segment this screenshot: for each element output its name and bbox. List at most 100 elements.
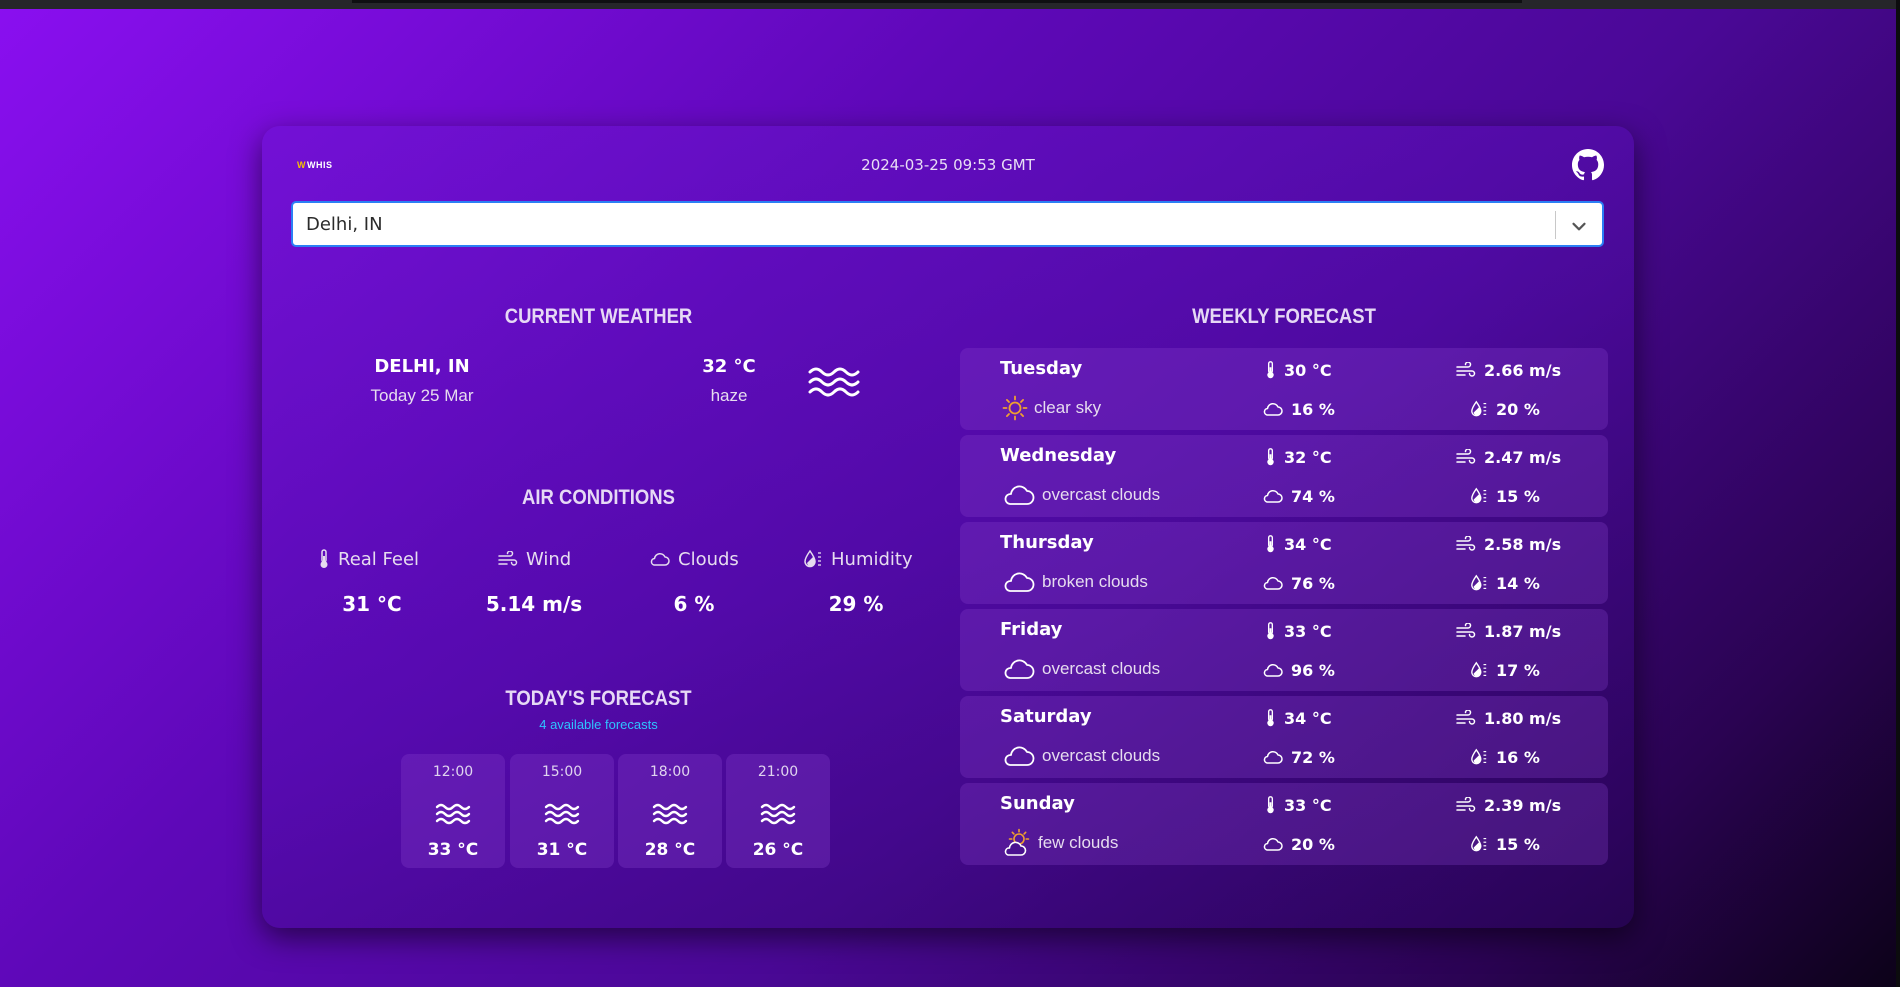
weekly-forecast-row: Wednesday overcast clouds 32 °C 2.47 m/s… bbox=[960, 435, 1608, 517]
air-conditions-title: AIR CONDITIONS bbox=[522, 486, 675, 509]
current-description: haze bbox=[710, 386, 748, 405]
hourly-temperature: 28 °C bbox=[644, 840, 696, 860]
forecast-temperature: 34 °C bbox=[1265, 531, 1332, 557]
wind-icon bbox=[1456, 797, 1476, 812]
haze-icon bbox=[808, 367, 860, 397]
forecast-temperature-value: 32 °C bbox=[1284, 447, 1332, 467]
forecast-description: clear sky bbox=[1034, 398, 1102, 417]
forecast-wind-value: 2.58 m/s bbox=[1484, 534, 1562, 554]
forecast-clouds-value: 16 % bbox=[1291, 399, 1335, 419]
forecast-description: broken clouds bbox=[1042, 572, 1148, 591]
forecast-temperature-value: 33 °C bbox=[1284, 621, 1332, 641]
forecast-humidity: 14 % bbox=[1470, 570, 1540, 596]
forecast-wind: 2.47 m/s bbox=[1456, 444, 1561, 470]
forecast-description: overcast clouds bbox=[1042, 746, 1161, 765]
real-feel-label: Real Feel bbox=[318, 546, 419, 572]
forecast-clouds: 72 % bbox=[1261, 744, 1335, 770]
cloud-icon bbox=[1263, 576, 1283, 590]
cloud-icon bbox=[1004, 746, 1035, 766]
city-search-select[interactable]: Delhi, IN bbox=[291, 201, 1604, 247]
forecast-temperature: 34 °C bbox=[1265, 705, 1332, 731]
thermometer-icon bbox=[1267, 709, 1274, 727]
forecast-day: Wednesday bbox=[1000, 445, 1117, 466]
forecast-humidity: 17 % bbox=[1470, 657, 1540, 683]
forecast-day: Sunday bbox=[1000, 793, 1075, 814]
weekly-forecast-row: Tuesday clear sky 30 °C 2.66 m/s 16 % 20… bbox=[960, 348, 1608, 430]
sun-cloud-icon bbox=[1004, 828, 1030, 856]
forecast-humidity-value: 16 % bbox=[1496, 747, 1540, 767]
wind-icon bbox=[1456, 623, 1476, 638]
forecast-clouds: 16 % bbox=[1261, 396, 1335, 422]
current-date: Today 25 Mar bbox=[370, 386, 474, 405]
forecast-wind: 2.66 m/s bbox=[1456, 357, 1561, 383]
clouds-label-text: Clouds bbox=[678, 548, 739, 570]
hourly-time: 15:00 bbox=[541, 764, 583, 780]
current-datetime: 2024-03-25 09:53 GMT bbox=[861, 156, 1035, 174]
clouds-value: 6 % bbox=[673, 592, 715, 616]
thermometer-icon bbox=[1267, 535, 1274, 553]
real-feel-label-text: Real Feel bbox=[338, 548, 420, 570]
thermometer-icon bbox=[1267, 361, 1274, 379]
forecast-clouds: 20 % bbox=[1261, 831, 1335, 857]
hourly-forecast-card: 18:00 28 °C bbox=[618, 754, 722, 868]
forecast-temperature-value: 34 °C bbox=[1284, 534, 1332, 554]
weekly-forecast-title: WEEKLY FORECAST bbox=[1192, 305, 1376, 328]
forecast-wind: 2.39 m/s bbox=[1456, 792, 1561, 818]
wind-value: 5.14 m/s bbox=[485, 592, 583, 616]
forecast-wind-value: 2.66 m/s bbox=[1484, 360, 1562, 380]
humidity-icon bbox=[1471, 748, 1487, 765]
forecast-clouds-value: 74 % bbox=[1291, 486, 1335, 506]
forecast-wind: 1.87 m/s bbox=[1456, 618, 1561, 644]
cloud-icon bbox=[1004, 659, 1035, 679]
window-edge bbox=[1896, 0, 1900, 987]
forecast-humidity-value: 17 % bbox=[1496, 660, 1540, 680]
wind-label-text: Wind bbox=[526, 548, 572, 570]
chevron-down-icon[interactable] bbox=[1568, 215, 1590, 237]
wind-icon bbox=[498, 551, 518, 566]
forecast-wind-value: 1.87 m/s bbox=[1484, 621, 1562, 641]
github-icon[interactable] bbox=[1572, 149, 1604, 181]
forecast-temperature: 30 °C bbox=[1265, 357, 1332, 383]
forecast-clouds-value: 76 % bbox=[1291, 573, 1335, 593]
hourly-forecast-card: 12:00 33 °C bbox=[401, 754, 505, 868]
weekly-forecast-row: Thursday broken clouds 34 °C 2.58 m/s 76… bbox=[960, 522, 1608, 604]
current-temperature: 32 °C bbox=[702, 356, 756, 377]
forecast-clouds-value: 72 % bbox=[1291, 747, 1335, 767]
haze-icon bbox=[435, 803, 471, 825]
humidity-icon bbox=[1471, 400, 1487, 417]
humidity-icon bbox=[1471, 835, 1487, 852]
forecast-clouds: 74 % bbox=[1261, 483, 1335, 509]
hourly-time: 21:00 bbox=[757, 764, 799, 780]
thermometer-icon bbox=[320, 549, 328, 568]
haze-icon bbox=[652, 803, 688, 825]
forecast-clouds-value: 20 % bbox=[1291, 834, 1335, 854]
humidity-icon bbox=[1471, 574, 1487, 591]
hourly-temperature: 26 °C bbox=[752, 840, 804, 860]
todays-forecast-title: TODAY'S FORECAST bbox=[505, 687, 692, 710]
haze-icon bbox=[544, 803, 580, 825]
current-weather-title: CURRENT WEATHER bbox=[504, 305, 693, 328]
cloud-icon bbox=[1004, 572, 1035, 592]
hourly-time: 12:00 bbox=[432, 764, 474, 780]
thermometer-icon bbox=[1267, 448, 1274, 466]
city-search-value[interactable]: Delhi, IN bbox=[306, 214, 383, 235]
hourly-temperature: 33 °C bbox=[427, 840, 479, 860]
forecast-humidity: 16 % bbox=[1470, 744, 1540, 770]
forecast-day: Tuesday bbox=[1000, 358, 1083, 379]
clouds-label: Clouds bbox=[648, 546, 739, 572]
forecast-clouds: 96 % bbox=[1261, 657, 1335, 683]
humidity-icon bbox=[1471, 487, 1487, 504]
forecast-description: overcast clouds bbox=[1042, 659, 1161, 678]
forecast-temperature: 33 °C bbox=[1265, 618, 1332, 644]
forecast-wind-value: 1.80 m/s bbox=[1484, 708, 1562, 728]
weather-card: W WHIS 2024-03-25 09:53 GMT Delhi, IN CU… bbox=[262, 126, 1634, 928]
wind-icon bbox=[1456, 449, 1476, 464]
forecast-temperature-value: 33 °C bbox=[1284, 795, 1332, 815]
forecast-humidity: 15 % bbox=[1470, 483, 1540, 509]
cloud-icon bbox=[650, 552, 670, 566]
forecast-temperature: 32 °C bbox=[1265, 444, 1332, 470]
cloud-icon bbox=[1263, 489, 1283, 503]
current-city: DELHI, IN bbox=[374, 356, 470, 377]
forecast-condition: broken clouds bbox=[1002, 568, 1148, 596]
forecast-temperature-value: 30 °C bbox=[1284, 360, 1332, 380]
